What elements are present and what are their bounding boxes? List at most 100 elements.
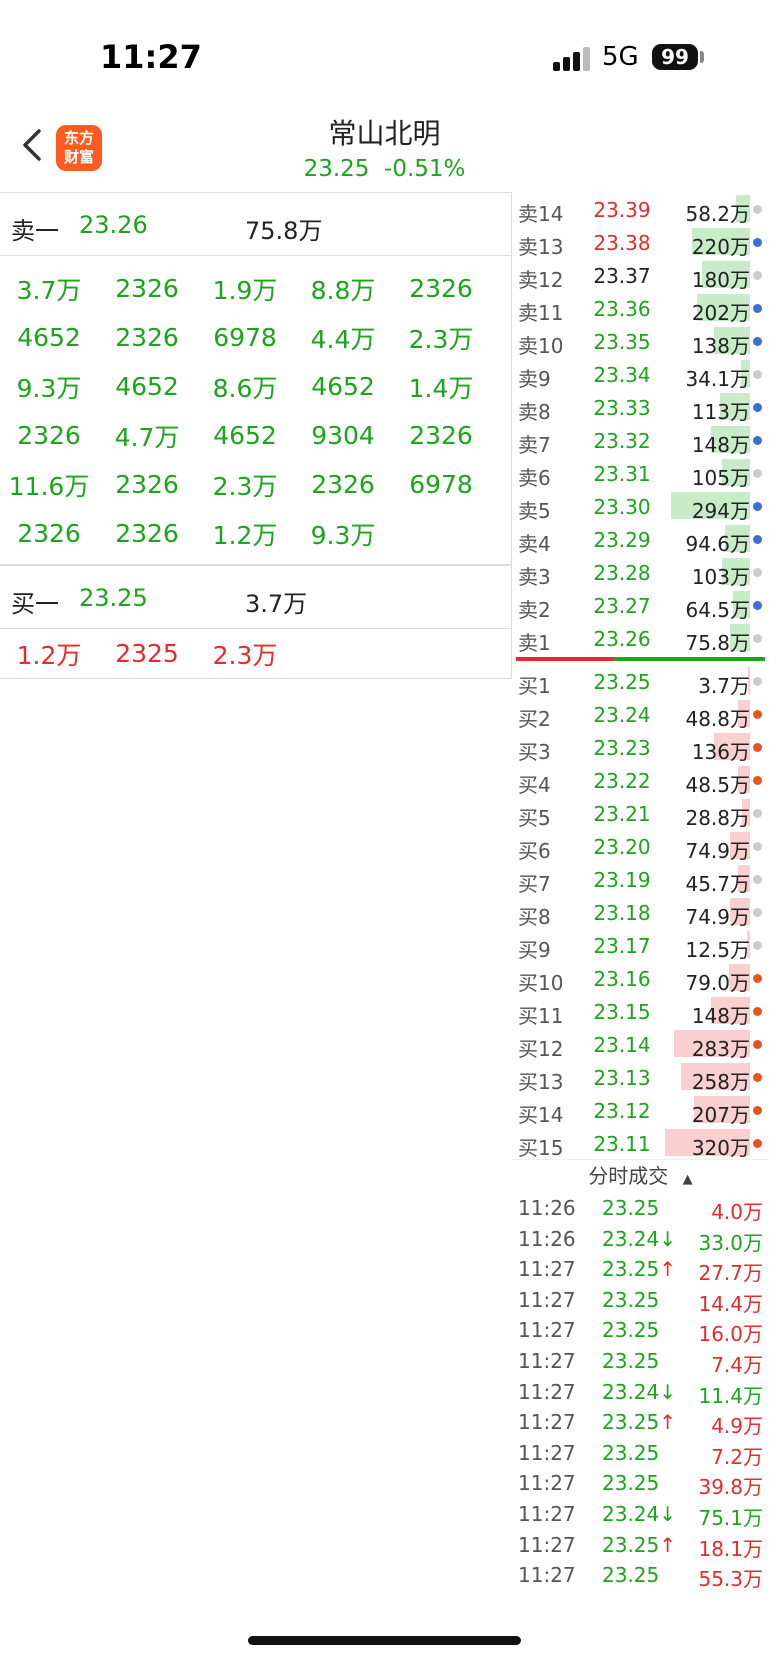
status-dot-icon	[753, 403, 762, 412]
network-type: 5G	[602, 42, 639, 72]
queue-order: 2326	[409, 274, 473, 303]
trade-time: 11:27	[518, 1348, 576, 1373]
ask-level-row[interactable]: 卖11 23.36 202万	[512, 291, 769, 325]
bid-level-row[interactable]: 买8 23.18 74.9万	[512, 895, 769, 929]
buy1-order-queue: 1.2万 2325 2.3万	[0, 629, 512, 679]
level-volume: 94.6万	[685, 532, 750, 556]
bid-level-row[interactable]: 买4 23.22 48.5万	[512, 763, 769, 797]
ask-level-row[interactable]: 卖3 23.28 103万	[512, 555, 769, 589]
bid-ask-ratio-bar	[512, 654, 769, 664]
buy1-volume: 3.7万	[245, 590, 308, 618]
bid-level-row[interactable]: 买10 23.16 79.0万	[512, 961, 769, 995]
level-volume: 45.7万	[685, 872, 750, 896]
trade-price: 23.24↓	[602, 1227, 676, 1251]
queue-order: 6978	[213, 323, 277, 352]
status-dot-icon	[753, 1040, 762, 1049]
trade-row: 11:27 23.25 14.4万	[512, 1284, 769, 1316]
level-volume: 64.5万	[685, 598, 750, 622]
level-price: 23.31	[593, 462, 651, 486]
trade-price-value: 23.25	[602, 1196, 660, 1220]
ask-level-row[interactable]: 卖7 23.32 148万	[512, 423, 769, 457]
status-dot-icon	[753, 436, 762, 445]
sell1-label: 卖一	[11, 217, 59, 245]
trade-volume: 16.0万	[698, 1322, 763, 1347]
level-price: 23.38	[593, 231, 651, 255]
bid-level-row[interactable]: 买5 23.21 28.8万	[512, 796, 769, 830]
level-label: 买2	[518, 707, 551, 731]
queue-order: 1.2万	[212, 520, 278, 550]
level-volume: 207万	[691, 1103, 750, 1127]
level-volume: 136万	[691, 740, 750, 764]
level-label: 卖14	[518, 202, 564, 226]
level-volume: 113万	[691, 400, 750, 424]
ask-level-row[interactable]: 卖4 23.29 94.6万	[512, 522, 769, 556]
ask-level-row[interactable]: 卖6 23.31 105万	[512, 456, 769, 490]
ask-level-row[interactable]: 卖1 23.26 75.8万	[512, 621, 769, 655]
ask-level-row[interactable]: 卖8 23.33 113万	[512, 390, 769, 424]
bid-level-row[interactable]: 买13 23.13 258万	[512, 1060, 769, 1094]
status-dot-icon	[753, 743, 762, 752]
queue-order: 2326	[311, 470, 375, 499]
status-dot-icon	[753, 304, 762, 313]
level-volume: 74.9万	[685, 905, 750, 929]
trade-time: 11:26	[518, 1226, 576, 1251]
ask-level-row[interactable]: 卖14 23.39 58.2万	[512, 192, 769, 226]
level-volume: 320万	[691, 1136, 750, 1160]
status-dot-icon	[753, 337, 762, 346]
queue-row: 3.7万 2326 1.9万 8.8万 2326	[0, 264, 511, 313]
level-price: 23.23	[593, 736, 651, 760]
bid-level-row[interactable]: 买2 23.24 48.8万	[512, 697, 769, 731]
bid-level-row[interactable]: 买15 23.11 320万	[512, 1126, 769, 1160]
ask-level-row[interactable]: 卖12 23.37 180万	[512, 258, 769, 292]
bid-level-row[interactable]: 买3 23.23 136万	[512, 730, 769, 764]
level-volume: 58.2万	[685, 202, 750, 226]
bid-level-row[interactable]: 买12 23.14 283万	[512, 1027, 769, 1061]
sell1-row[interactable]: 卖一 23.26 75.8万	[0, 192, 512, 256]
queue-order: 4.4万	[310, 324, 376, 354]
trade-row: 11:27 23.25 7.2万	[512, 1437, 769, 1469]
queue-order: 8.8万	[310, 275, 376, 305]
arrow-up-icon: ↑	[659, 1410, 677, 1435]
trade-price-value: 23.25	[602, 1348, 660, 1373]
status-dot-icon	[753, 908, 762, 917]
bid-level-row[interactable]: 买14 23.12 207万	[512, 1093, 769, 1127]
bid-level-row[interactable]: 买1 23.25 3.7万	[512, 664, 769, 698]
level-volume: 202万	[691, 301, 750, 325]
queue-order: 9304	[311, 421, 375, 450]
trade-row: 11:27 23.25↑ 4.9万	[512, 1406, 769, 1438]
trade-price: 23.25	[602, 1441, 659, 1465]
bid-level-row[interactable]: 买7 23.19 45.7万	[512, 862, 769, 896]
ask-level-row[interactable]: 卖13 23.38 220万	[512, 225, 769, 259]
ask-level-row[interactable]: 卖9 23.34 34.1万	[512, 357, 769, 391]
ask-level-row[interactable]: 卖10 23.35 138万	[512, 324, 769, 358]
level-volume: 48.5万	[685, 773, 750, 797]
level-price: 23.35	[593, 330, 651, 354]
status-dot-icon	[753, 776, 762, 785]
status-dot-icon	[753, 1139, 762, 1148]
bid-level-row[interactable]: 买9 23.17 12.5万	[512, 928, 769, 962]
ask-level-row[interactable]: 卖5 23.30 294万	[512, 489, 769, 523]
queue-order: 4652	[115, 372, 179, 401]
level-price: 23.11	[593, 1132, 651, 1156]
trade-price: 23.24↓	[602, 1380, 676, 1404]
status-dot-icon	[753, 1073, 762, 1082]
ask-level-row[interactable]: 卖2 23.27 64.5万	[512, 588, 769, 622]
level-label: 卖4	[518, 532, 551, 556]
buy1-row[interactable]: 买一 23.25 3.7万	[0, 565, 512, 629]
level-label: 买13	[518, 1070, 564, 1094]
level-price: 23.33	[593, 396, 651, 420]
caret-up-icon: ▲	[682, 1172, 693, 1187]
bid-level-row[interactable]: 买6 23.20 74.9万	[512, 829, 769, 863]
queue-row: 9.3万 4652 8.6万 4652 1.4万	[0, 362, 511, 411]
bid-level-row[interactable]: 买11 23.15 148万	[512, 994, 769, 1028]
queue-row: 2326 2326 1.2万 9.3万	[0, 509, 511, 558]
status-dot-icon	[753, 535, 762, 544]
trade-row: 11:26 23.25 4.0万	[512, 1192, 769, 1224]
arrow-up-icon: ↑	[659, 1257, 677, 1282]
level-label: 卖10	[518, 334, 564, 358]
trades-header[interactable]: 分时成交 ▲	[512, 1159, 769, 1192]
level-label: 卖6	[518, 466, 551, 490]
level-price: 23.24	[593, 703, 651, 727]
level-label: 卖1	[518, 631, 551, 655]
queue-order: 2326	[17, 519, 81, 548]
